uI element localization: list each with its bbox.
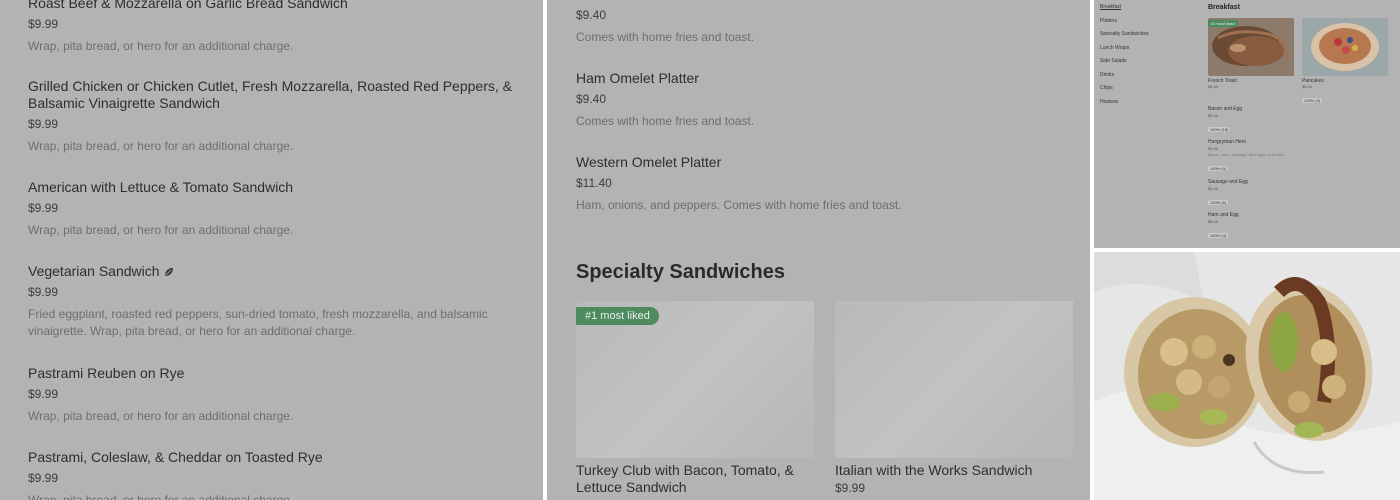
item-description: Ham, onions, and peppers. Comes with hom…: [576, 198, 902, 212]
section-heading: Breakfast: [1208, 4, 1240, 11]
card-price: $6.40: [1302, 84, 1313, 89]
mini-menu-item[interactable]: Ham and Egg $5.45 100% (4): [1208, 212, 1388, 242]
item-title: Vegetarian Sandwich: [28, 263, 160, 279]
rating-pill: 100% (18): [1208, 127, 1231, 132]
featured-item-card[interactable]: #1 most liked Turkey Club with Bacon, To…: [576, 301, 814, 498]
item-title: Bacon and Egg: [1208, 106, 1243, 112]
leaf-icon: [164, 268, 173, 276]
mini-menu-item[interactable]: Hungryman Hero $9.45 Bacon, ham, sausage…: [1208, 139, 1388, 175]
rating-pill: 100% (4): [1208, 166, 1229, 171]
item-description: Wrap, pita bread, or hero for an additio…: [28, 409, 294, 423]
mini-item-card[interactable]: Pancakes $6.40 100% (4): [1302, 18, 1388, 107]
item-price: $5.45: [1208, 219, 1219, 224]
item-image: [835, 301, 1073, 458]
item-price: $9.99: [28, 201, 59, 215]
sandwich-menu-panel: Roast Beef & Mozzarella on Garlic Bread …: [0, 0, 543, 500]
menu-item[interactable]: Pastrami Reuben on Rye $9.99 Wrap, pita …: [28, 365, 523, 425]
item-description: Wrap, pita bread, or hero for an additio…: [28, 39, 294, 53]
item-title: Pastrami, Coleslaw, & Cheddar on Toasted…: [28, 449, 323, 465]
item-price: $9.99: [28, 117, 59, 131]
item-title: Western Omelet Platter: [576, 154, 722, 170]
item-price: $9.45: [1208, 146, 1219, 151]
item-price: $9.40: [576, 8, 607, 22]
card-title: Italian with the Works Sandwich: [835, 462, 1033, 478]
french-toast-image: #1 most liked: [1208, 18, 1294, 76]
featured-item-card[interactable]: Italian with the Works Sandwich $9.99: [835, 301, 1073, 495]
item-price: $9.99: [28, 387, 59, 401]
item-description: Wrap, pita bread, or hero for an additio…: [28, 139, 294, 153]
item-price: $5.45: [1208, 186, 1219, 191]
pancakes-image: [1302, 18, 1388, 76]
most-liked-badge: #1 most liked: [1208, 20, 1238, 27]
menu-item[interactable]: Ham Omelet Platter $9.40 Comes with home…: [576, 70, 1071, 130]
item-price: $9.99: [28, 17, 59, 31]
wrap-sandwich-photo: [1094, 252, 1400, 500]
item-title: Hungryman Hero: [1208, 139, 1247, 145]
nav-item-drinks[interactable]: Drinks: [1100, 72, 1149, 86]
item-price: $9.40: [576, 92, 607, 106]
mini-item-card[interactable]: #1 most liked French Toast $6.40: [1208, 18, 1294, 89]
nav-item-platters[interactable]: Platters: [1100, 18, 1149, 32]
pancakes-photo: [1302, 18, 1388, 76]
item-description: Wrap, pita bread, or hero for an additio…: [28, 223, 294, 237]
item-image: #1 most liked: [576, 301, 814, 458]
rating-pill: 100% (4): [1208, 233, 1229, 238]
menu-item[interactable]: Pastrami, Coleslaw, & Cheddar on Toasted…: [28, 449, 523, 500]
item-title: [576, 0, 1071, 3]
menu-overview-thumbnail: Breakfast Platters Specialty Sandwiches …: [1094, 0, 1400, 248]
rating-pill: 100% (5): [1208, 200, 1229, 205]
menu-item[interactable]: Roast Beef & Mozzarella on Garlic Bread …: [28, 0, 523, 55]
nav-item-lunch-wraps[interactable]: Lunch Wraps: [1100, 45, 1149, 59]
platters-menu-panel: $9.40 Comes with home fries and toast. H…: [547, 0, 1090, 500]
item-title: Ham and Egg: [1208, 212, 1239, 218]
item-description: Comes with home fries and toast.: [576, 30, 755, 44]
item-description: Bacon, ham, sausage, and eggs on a hero.: [1208, 152, 1285, 157]
item-title: Grilled Chicken or Chicken Cutlet, Fresh…: [28, 78, 512, 111]
section-heading: Specialty Sandwiches: [576, 261, 785, 283]
item-description: Comes with home fries and toast.: [576, 114, 755, 128]
card-price: $9.99: [835, 481, 866, 495]
mini-menu-item[interactable]: Sausage and Egg $5.45 100% (5): [1208, 179, 1388, 209]
mini-menu-item[interactable]: Bacon and Egg $5.45 100% (18): [1208, 106, 1388, 136]
nav-item-hostess[interactable]: Hostess: [1100, 99, 1149, 113]
item-title: Pastrami Reuben on Rye: [28, 365, 185, 381]
item-title: Roast Beef & Mozzarella on Garlic Bread …: [28, 0, 348, 11]
item-title-row: Vegetarian Sandwich: [28, 263, 523, 280]
most-liked-badge: #1 most liked: [576, 307, 659, 325]
menu-item[interactable]: Grilled Chicken or Chicken Cutlet, Fresh…: [28, 78, 523, 155]
menu-item[interactable]: Vegetarian Sandwich $9.99 Fried eggplant…: [28, 263, 523, 340]
menu-item[interactable]: American with Lettuce & Tomato Sandwich …: [28, 179, 523, 239]
item-description: Wrap, pita bread, or hero for an additio…: [28, 493, 294, 500]
card-price: $6.40: [1208, 84, 1219, 89]
item-description: Fried eggplant, roasted red peppers, sun…: [28, 307, 488, 338]
nav-item-side-salads[interactable]: Side Salads: [1100, 58, 1149, 72]
item-title: Ham Omelet Platter: [576, 70, 699, 86]
item-title: American with Lettuce & Tomato Sandwich: [28, 179, 294, 195]
card-title: Turkey Club with Bacon, Tomato, & Lettuc…: [576, 462, 794, 495]
menu-item[interactable]: $9.40 Comes with home fries and toast.: [576, 0, 1071, 46]
nav-item-chips[interactable]: Chips: [1100, 85, 1149, 99]
item-price: $5.45: [1208, 113, 1219, 118]
category-nav: Breakfast Platters Specialty Sandwiches …: [1100, 4, 1149, 112]
menu-item[interactable]: Western Omelet Platter $11.40 Ham, onion…: [576, 154, 1071, 214]
collage: Roast Beef & Mozzarella on Garlic Bread …: [0, 0, 1400, 500]
item-title: Sausage and Egg: [1208, 179, 1248, 185]
nav-item-specialty-sandwiches[interactable]: Specialty Sandwiches: [1100, 31, 1149, 45]
item-price: $9.99: [28, 285, 59, 299]
rating-pill: 100% (4): [1302, 98, 1323, 103]
item-price: $11.40: [576, 176, 612, 190]
nav-item-breakfast[interactable]: Breakfast: [1100, 4, 1149, 18]
item-price: $9.99: [28, 471, 59, 485]
wrap-photo-panel: [1094, 252, 1400, 500]
